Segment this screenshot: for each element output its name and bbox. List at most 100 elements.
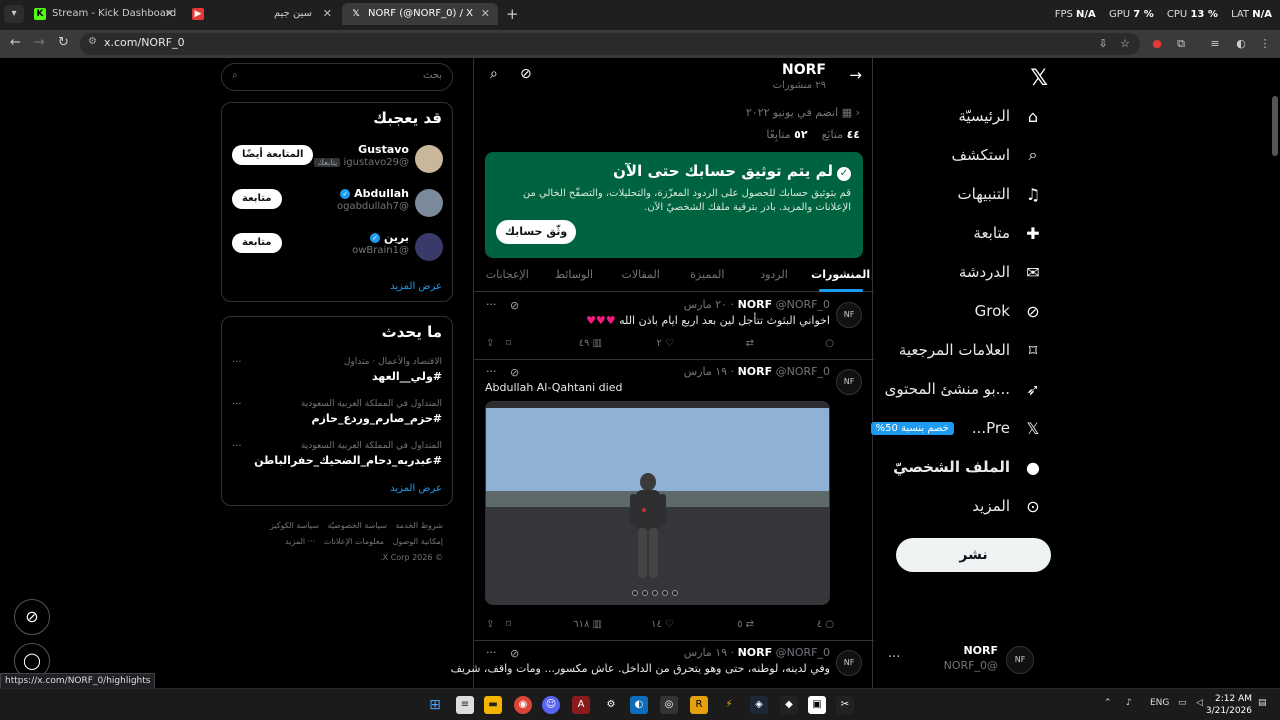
tab-likes[interactable]: الإعجابات: [474, 260, 541, 291]
nav-creator-studio[interactable]: ➶ ...بو منشئ المحتوى: [885, 372, 1070, 406]
trend-item[interactable]: المتداول في المملكة العربية السعودية #عب…: [222, 441, 452, 481]
tray-overflow-icon[interactable]: ⌃: [1104, 698, 1112, 708]
more-icon[interactable]: ···: [888, 650, 900, 665]
bookmark-icon[interactable]: ⌑: [506, 619, 511, 630]
back-icon[interactable]: ←: [10, 35, 21, 50]
close-tab-icon[interactable]: ✕: [323, 7, 332, 20]
reload-icon[interactable]: ↻: [58, 35, 69, 50]
windows-start-icon[interactable]: ⊞: [426, 696, 444, 714]
follow-button[interactable]: متابعة: [232, 189, 282, 209]
retweet-button[interactable]: ⇄ ٥: [737, 619, 754, 630]
tab-articles[interactable]: المقالات: [607, 260, 674, 291]
nav-premium[interactable]: 𝕏 Pre... خصم بنسبة 50%: [870, 411, 1070, 445]
footer-link[interactable]: سياسة الخصوصيّة: [327, 521, 386, 530]
followers-link[interactable]: ٥٢ متابِعًا: [766, 128, 807, 141]
tweet-date[interactable]: ١٩ مارس: [684, 646, 727, 659]
share-icon[interactable]: ⇪: [486, 338, 494, 349]
nav-bookmarks[interactable]: ⌑ العلامات المرجعية: [899, 333, 1070, 367]
trend-item[interactable]: الاقتصاد والأعمال · متداول #ولي__العهد ·…: [222, 357, 452, 397]
grok-icon[interactable]: ⊘: [520, 66, 532, 82]
nav-notifications[interactable]: ♫ التنبيهات: [958, 177, 1070, 211]
volume-icon[interactable]: ◁: [1196, 698, 1203, 708]
suggestion-abdullah[interactable]: Abdullah ✓ @ogabdullah7 متابعة: [222, 185, 452, 225]
nav-more[interactable]: ⊙ المزيد: [972, 489, 1070, 523]
suggestion-gustavo[interactable]: Gustavo @igustavo29 يتابعك المتابعة أيضً…: [222, 141, 452, 181]
tweet[interactable]: NF NORF @NORF_0 · ١٩ مارس ⊘ ··· Abdullah…: [474, 361, 874, 641]
more-icon[interactable]: ···: [232, 357, 242, 368]
retweet-button[interactable]: ⇄: [746, 338, 754, 349]
more-icon[interactable]: ···: [486, 298, 497, 311]
install-app-icon[interactable]: ⇩: [1096, 37, 1110, 51]
avatar[interactable]: [415, 233, 443, 261]
search-icon[interactable]: ⌕: [490, 66, 498, 82]
scrollbar-thumb[interactable]: [1272, 96, 1278, 156]
app-icon[interactable]: ▣: [808, 696, 826, 714]
like-button[interactable]: ♡ ٢: [656, 338, 674, 349]
file-explorer-icon[interactable]: ▬: [484, 696, 502, 714]
video-thumbnail[interactable]: [485, 401, 830, 605]
avatar[interactable]: [415, 189, 443, 217]
close-tab-icon[interactable]: ✕: [481, 7, 490, 20]
grok-icon[interactable]: ⊘: [510, 299, 519, 312]
suggestion-brain[interactable]: برين ✓ @owBrain1 متابعة: [222, 229, 452, 269]
post-button[interactable]: نشر: [896, 538, 1051, 572]
more-icon[interactable]: ···: [232, 399, 242, 410]
extensions-puzzle-icon[interactable]: ⧉: [1174, 37, 1188, 51]
tab-highlights[interactable]: المميزة: [674, 260, 741, 291]
share-icon[interactable]: ⇪: [486, 619, 494, 630]
notepad-icon[interactable]: ≡: [456, 696, 474, 714]
tweet[interactable]: NF NORF @NORF_0 · ١٩ مارس ⊘ ··· وفي لدين…: [451, 642, 874, 688]
verify-account-button[interactable]: وثّق حسابك: [496, 220, 576, 244]
profile-icon[interactable]: ◐: [1234, 37, 1248, 51]
suggestion-name[interactable]: Abdullah ✓: [340, 187, 409, 200]
footer-link[interactable]: معلومات الإعلانات: [324, 537, 384, 546]
page-scrollbar[interactable]: [1272, 58, 1278, 688]
avatar[interactable]: [415, 145, 443, 173]
footer-link[interactable]: إمكانية الوصول: [393, 537, 443, 546]
search-input[interactable]: بحث ⌕: [221, 63, 453, 91]
views-button[interactable]: ▥ ٦١٨: [573, 619, 602, 630]
site-info-icon[interactable]: ⚙: [88, 36, 97, 47]
rockstar-icon[interactable]: R: [690, 696, 708, 714]
more-icon[interactable]: ···: [486, 646, 497, 659]
tab-media[interactable]: الوسائط: [541, 260, 608, 291]
nav-follow[interactable]: ✚ متابعة: [973, 216, 1070, 250]
footer-link[interactable]: شروط الخدمة: [395, 521, 443, 530]
browser-tab-seen-jeem[interactable]: ▶ سين جيم ✕: [184, 3, 340, 25]
reply-button[interactable]: ○: [825, 338, 834, 349]
microphone-icon[interactable]: ♪: [1126, 698, 1132, 708]
back-arrow-icon[interactable]: →: [849, 66, 862, 84]
suggestion-name[interactable]: Gustavo: [358, 143, 409, 156]
nav-profile[interactable]: ● الملف الشخصيّ: [893, 450, 1070, 484]
taskbar-clock[interactable]: 2:12 AM 3/21/2026: [1206, 693, 1252, 717]
app-icon[interactable]: A: [572, 696, 590, 714]
following-link[interactable]: ٤٤ متابَع: [822, 128, 860, 141]
tab-search-button[interactable]: ▾: [4, 5, 24, 23]
tweet[interactable]: NF NORF @NORF_0 · ٢٠ مارس ⊘ ··· اخواني ا…: [474, 294, 874, 360]
forward-icon[interactable]: →: [34, 35, 45, 50]
settings-icon[interactable]: ⚙: [602, 696, 620, 714]
tweet-author[interactable]: NORF: [738, 365, 773, 378]
obs-icon[interactable]: ◎: [660, 696, 678, 714]
trend-title[interactable]: #حزم_صارم_وردع_حازم: [312, 412, 443, 425]
steam-icon[interactable]: ◈: [750, 696, 768, 714]
tab-replies[interactable]: الردود: [741, 260, 808, 291]
bookmark-icon[interactable]: ⌑: [506, 338, 511, 349]
media-control-icon[interactable]: ≡: [1208, 37, 1222, 51]
x-logo-icon[interactable]: 𝕏: [1030, 66, 1048, 91]
close-tab-icon[interactable]: ✕: [165, 7, 174, 20]
tweet-author[interactable]: NORF: [738, 298, 773, 311]
capcut-icon[interactable]: ✂: [836, 696, 854, 714]
app-icon[interactable]: ◐: [630, 696, 648, 714]
nav-home[interactable]: ⌂ الرئيسيّة: [958, 99, 1070, 133]
nav-grok[interactable]: ⊘ Grok: [975, 294, 1070, 328]
extension-icon[interactable]: ●: [1150, 37, 1164, 51]
grok-icon[interactable]: ⊘: [510, 366, 519, 379]
show-more-link[interactable]: عرض المزيد: [390, 483, 442, 494]
browser-tab-x[interactable]: 𝕏 NORF (@NORF_0) / X ✕: [342, 3, 498, 25]
suggestion-name[interactable]: برين ✓: [370, 231, 409, 244]
follow-back-button[interactable]: المتابعة أيضًا: [232, 145, 314, 165]
grok-icon[interactable]: ⊘: [510, 647, 519, 660]
language-indicator[interactable]: ENG: [1150, 698, 1169, 708]
more-icon[interactable]: ···: [232, 441, 242, 452]
